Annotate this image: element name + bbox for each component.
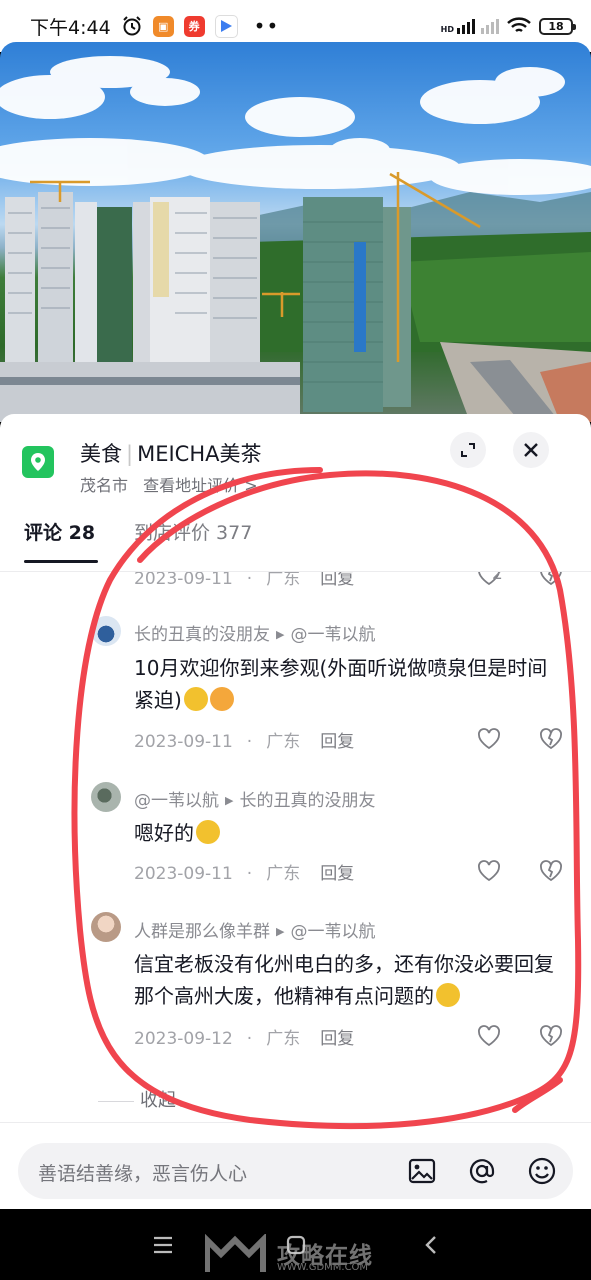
reply-button[interactable]: 回复 [320, 572, 354, 589]
comment-input-placeholder: 善语结善缘，恶言伤人心 [38, 1163, 248, 1185]
comment-author-line: 长的丑真的没朋友 ▶ @一苇以航 [134, 620, 375, 645]
location-pin-icon [22, 446, 54, 478]
comment-location: 广东 [266, 732, 301, 752]
more-notifications-icon: •• [253, 14, 280, 38]
comment-list[interactable]: 2023-09-11 · 广东 回复 2 长的丑真的没朋友 ▶ @一苇以航 10月欢迎你到… [0, 572, 591, 1132]
comment-body: 嗯好的 [134, 821, 194, 845]
comment-reply-target[interactable]: @一苇以航 [290, 922, 375, 942]
like-button[interactable] [476, 726, 502, 752]
chevron-up-icon: ︿ [180, 1095, 194, 1110]
tab-store-reviews[interactable]: 到店评价 377 [134, 518, 252, 545]
coupon-app-icon: 券 [183, 15, 205, 37]
comment-input[interactable]: 善语结善缘，恶言伤人心 [18, 1143, 573, 1199]
menu-icon[interactable] [151, 1235, 175, 1255]
laughing-emoji-icon [196, 820, 220, 844]
view-address-link[interactable]: 查看地址评价 > [143, 476, 258, 495]
expand-button[interactable] [450, 432, 486, 468]
dislike-button[interactable] [538, 858, 564, 884]
shop-header[interactable]: 美食 | MEICHA美茶 茂名市 查看地址评价 > [22, 436, 572, 496]
broken-heart-icon [540, 728, 562, 750]
dislike-button[interactable] [538, 726, 564, 752]
broken-heart-icon [540, 1025, 562, 1047]
shop-category: 美食 [80, 442, 122, 466]
wifi-icon [507, 17, 531, 35]
comment-reply-target[interactable]: @一苇以航 [290, 625, 375, 645]
comment-meta: 2023-09-11 · 广东 回复 [134, 864, 355, 884]
divider [98, 1100, 134, 1102]
shop-name: MEICHA美茶 [137, 442, 262, 466]
reply-arrow-icon: ▶ [225, 794, 234, 807]
comment-location: 广东 [266, 572, 301, 589]
comment-date: 2023-09-11 [134, 572, 233, 589]
image-icon[interactable] [406, 1155, 438, 1187]
comment-date: 2023-09-11 [134, 864, 233, 884]
comment-author-line: @一苇以航 ▶ 长的丑真的没朋友 [134, 786, 375, 811]
reply-arrow-icon: ▶ [276, 925, 285, 938]
comment-date: 2023-09-12 [134, 1029, 233, 1049]
battery-indicator: 18 [539, 17, 576, 35]
comments-sheet: 美食 | MEICHA美茶 茂名市 查看地址评价 > 评论 28 到店评价 377 … [0, 414, 591, 1209]
collapse-replies-button[interactable]: 收起 ︿ [98, 1086, 193, 1112]
praying-hands-emoji-icon [209, 687, 234, 711]
close-button[interactable] [513, 432, 549, 468]
avatar[interactable] [91, 782, 121, 812]
like-button[interactable] [476, 858, 502, 884]
close-icon [524, 443, 538, 457]
dislike-button[interactable] [538, 572, 564, 588]
shop-app-icon: ▣ [152, 15, 174, 37]
reply-arrow-icon: ▶ [276, 628, 285, 641]
heart-icon [478, 860, 500, 882]
emoji-icon[interactable] [526, 1155, 558, 1187]
tab-comments[interactable]: 评论 28 [24, 518, 95, 545]
comment-author[interactable]: @一苇以航 [134, 791, 219, 811]
heart-icon [478, 1025, 500, 1047]
comment-meta: 2023-09-11 · 广东 回复 [134, 572, 368, 589]
broken-heart-icon [540, 572, 562, 586]
comment-location: 广东 [266, 864, 301, 884]
back-icon[interactable] [423, 1234, 439, 1256]
comment-reply-target[interactable]: 长的丑真的没朋友 [239, 791, 375, 811]
video-app-icon [214, 14, 238, 38]
signal-icon: HD [440, 18, 499, 34]
comment-author[interactable]: 人群是那么像羊群 [134, 922, 270, 942]
reply-button[interactable]: 回复 [320, 1029, 354, 1049]
shop-city: 茂名市 [80, 476, 129, 495]
watermark-logo-icon [205, 1234, 266, 1272]
avatar[interactable] [91, 912, 121, 942]
avatar[interactable] [91, 616, 121, 646]
heart-icon [478, 728, 500, 750]
watermark-url: WWW.GDMM.COM [277, 1262, 369, 1273]
like-count: 2 [492, 572, 503, 584]
status-time: 下午4:44 [30, 16, 111, 39]
like-button[interactable] [476, 1023, 502, 1049]
comment-text: 嗯好的 [134, 817, 559, 849]
headphones-face-emoji-icon [183, 687, 208, 711]
shop-subtitle: 茂名市 查看地址评价 > [80, 472, 258, 496]
comment-text: 信宜老板没有化州电白的多，还有你没必要回复那个高州大废，他精神有点问题的 [134, 948, 559, 1012]
comment-input-bar: 善语结善缘，恶言伤人心 [0, 1122, 591, 1209]
location-photo [0, 42, 591, 422]
network-label: HD [440, 24, 454, 34]
comment-meta: 2023-09-11 · 广东 回复 [134, 732, 355, 752]
reply-button[interactable]: 回复 [320, 732, 354, 752]
comment-author[interactable]: 长的丑真的没朋友 [134, 625, 270, 645]
alarm-icon [121, 15, 143, 37]
comment-location: 广东 [266, 1029, 301, 1049]
comment-body: 信宜老板没有化州电白的多，还有你没必要回复那个高州大废，他精神有点问题的 [134, 952, 554, 1008]
reply-button[interactable]: 回复 [320, 864, 354, 884]
watermark: 攻略在线 WWW.GDMM.COM [205, 1232, 405, 1278]
laughing-emoji-icon [436, 983, 460, 1007]
comment-meta: 2023-09-12 · 广东 回复 [134, 1029, 355, 1049]
broken-heart-icon [540, 860, 562, 882]
mention-icon[interactable] [466, 1155, 498, 1187]
shop-title: 美食 | MEICHA美茶 [80, 442, 262, 466]
expand-icon [461, 443, 475, 457]
dislike-button[interactable] [538, 1023, 564, 1049]
collapse-label: 收起 [140, 1090, 176, 1111]
active-tab-indicator [24, 560, 98, 563]
comment-date: 2023-09-11 [134, 732, 233, 752]
comment-text: 10月欢迎你到来参观(外面听说做喷泉但是时间紧迫) [134, 652, 559, 716]
comment-author-line: 人群是那么像羊群 ▶ @一苇以航 [134, 917, 375, 942]
tab-bar: 评论 28 到店评价 377 [24, 518, 564, 572]
